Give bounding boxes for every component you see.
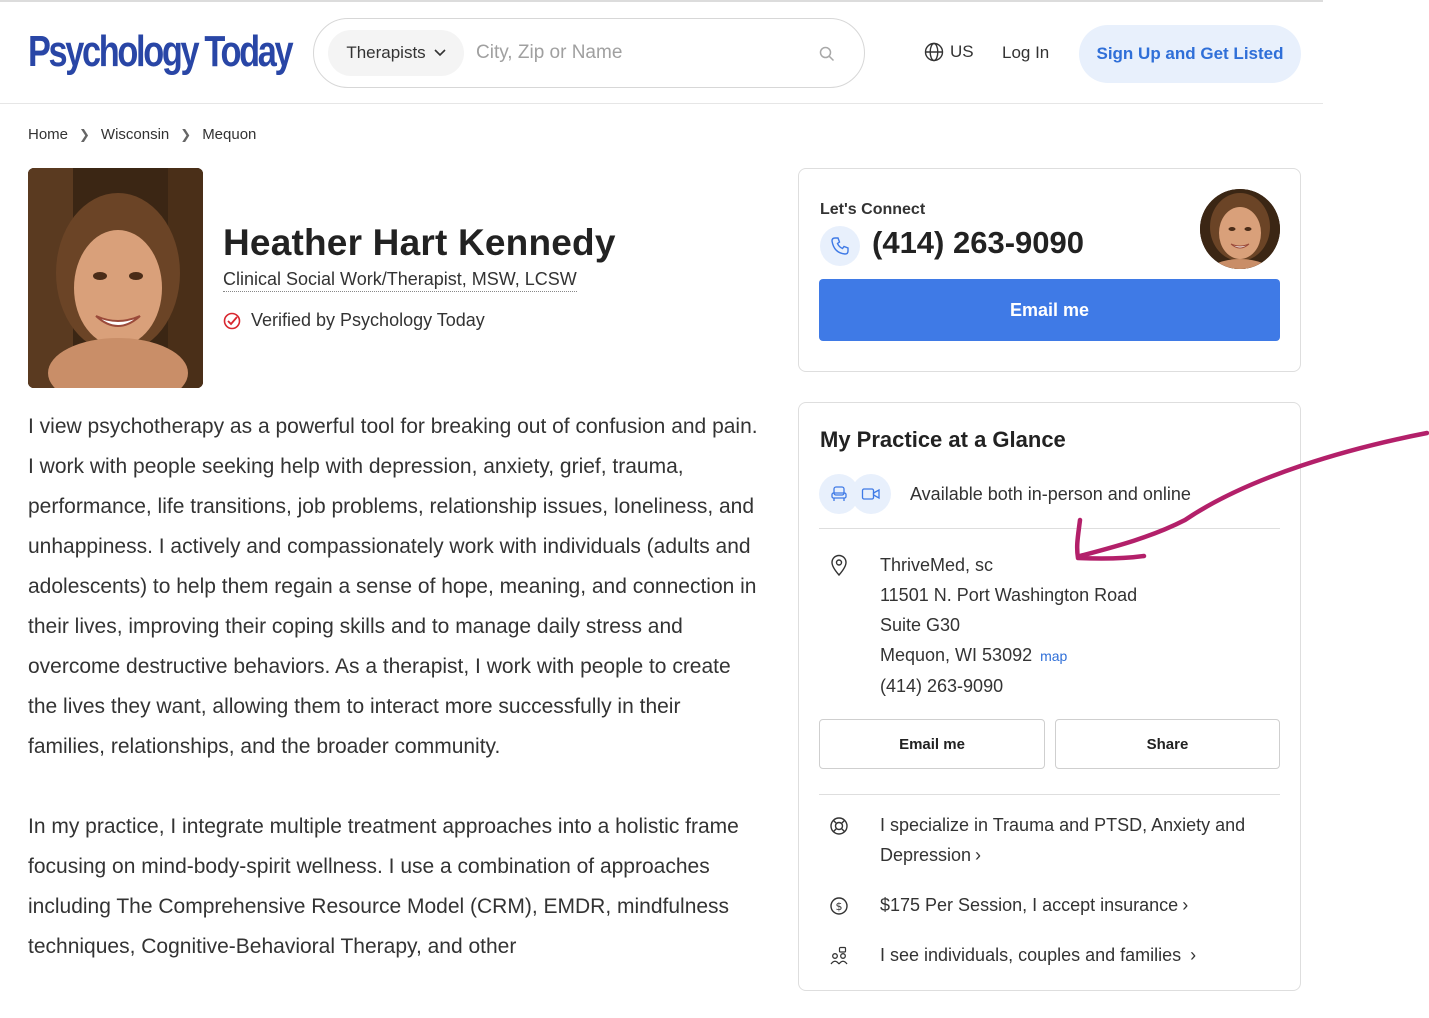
country-label: US — [950, 42, 974, 61]
login-link[interactable]: Log In — [1002, 43, 1049, 63]
availability-text: Available both in-person and online — [910, 484, 1191, 504]
svg-text:$: $ — [836, 900, 843, 913]
glance-title: My Practice at a Glance — [820, 427, 1066, 452]
bio-paragraph: I view psychotherapy as a powerful tool … — [28, 415, 758, 758]
chevron-down-icon — [434, 49, 446, 57]
signup-button[interactable]: Sign Up and Get Listed — [1079, 25, 1301, 83]
search-type-label: Therapists — [346, 43, 426, 62]
bio-paragraph: In my practice, I integrate multiple tre… — [28, 815, 739, 958]
share-button[interactable]: Share — [1055, 719, 1280, 769]
breadcrumb: Home ❯ Wisconsin ❯ Mequon — [28, 126, 256, 143]
address-city-line: Mequon, WI 53092 map — [880, 640, 1137, 671]
search-input[interactable] — [476, 35, 796, 71]
search-bar: Therapists — [313, 18, 865, 88]
practice-address: ThriveMed, sc 11501 N. Port Washington R… — [880, 550, 1137, 701]
divider — [819, 528, 1280, 529]
therapist-credentials[interactable]: Clinical Social Work/Therapist, MSW, LCS… — [223, 269, 577, 292]
breadcrumb-city[interactable]: Mequon — [202, 126, 256, 143]
site-header: Psychology Today Therapists US Log In Si… — [0, 2, 1323, 104]
specialties-line-2: Depression — [880, 845, 972, 865]
location-pin-icon — [831, 554, 847, 576]
search-type-dropdown[interactable]: Therapists — [328, 30, 464, 76]
phone-number[interactable]: (414) 263-9090 — [872, 225, 1084, 261]
verified-text: Verified by Psychology Today — [251, 310, 485, 330]
therapist-name: Heather Hart Kennedy — [223, 222, 616, 263]
therapist-bio: I view psychotherapy as a powerful tool … — [28, 407, 758, 1007]
page: Psychology Today Therapists US Log In Si… — [0, 0, 1323, 1018]
map-link[interactable]: map — [1040, 648, 1067, 664]
chevron-right-icon: › — [1182, 895, 1189, 915]
address-suite: Suite G30 — [880, 615, 961, 635]
chevron-right-icon: › — [975, 845, 982, 865]
practice-name: ThriveMed, sc — [880, 555, 994, 575]
therapist-avatar — [1200, 189, 1280, 269]
profile-photo — [28, 168, 203, 388]
clients-link[interactable]: I see individuals, couples and families › — [880, 940, 1196, 970]
divider — [819, 794, 1280, 795]
clients-text: I see individuals, couples and families — [880, 945, 1182, 965]
connect-label: Let's Connect — [820, 201, 926, 218]
email-me-secondary-button[interactable]: Email me — [819, 719, 1045, 769]
chevron-right-icon: ❯ — [79, 126, 90, 142]
verified-badge: Verified by Psychology Today — [223, 310, 485, 331]
specialties-link[interactable]: I specialize in Trauma and PTSD, Anxiety… — [880, 810, 1245, 870]
verified-check-icon — [223, 312, 241, 329]
address-street: 11501 N. Port Washington Road — [880, 585, 1138, 605]
fee-link[interactable]: $175 Per Session, I accept insurance › — [880, 890, 1188, 920]
lifebuoy-icon — [830, 817, 848, 835]
address-phone[interactable]: (414) 263-9090 — [880, 671, 1137, 701]
search-icon[interactable] — [818, 45, 836, 63]
country-selector[interactable]: US — [924, 42, 974, 62]
chevron-right-icon: › — [1190, 945, 1197, 965]
breadcrumb-state[interactable]: Wisconsin — [101, 126, 169, 143]
people-icon — [830, 946, 848, 965]
address-city: Mequon, WI 53092 — [880, 645, 1033, 665]
practice-glance-card: My Practice at a Glance Available both i… — [798, 402, 1301, 991]
phone-icon[interactable] — [820, 226, 860, 266]
specialties-line-1: I specialize in Trauma and PTSD, Anxiety… — [880, 815, 1246, 835]
dollar-icon: $ — [830, 897, 848, 915]
psychology-today-logo[interactable]: Psychology Today — [28, 28, 294, 76]
globe-icon — [924, 42, 944, 62]
email-me-button[interactable]: Email me — [819, 279, 1280, 341]
session-mode-icons — [819, 474, 891, 514]
connect-card: Let's Connect (414) 263-9090 Email me — [798, 168, 1301, 372]
fee-text: $175 Per Session, I accept insurance — [880, 895, 1179, 915]
chevron-right-icon: ❯ — [180, 126, 192, 142]
breadcrumb-home[interactable]: Home — [28, 126, 68, 143]
video-camera-icon — [851, 474, 891, 514]
